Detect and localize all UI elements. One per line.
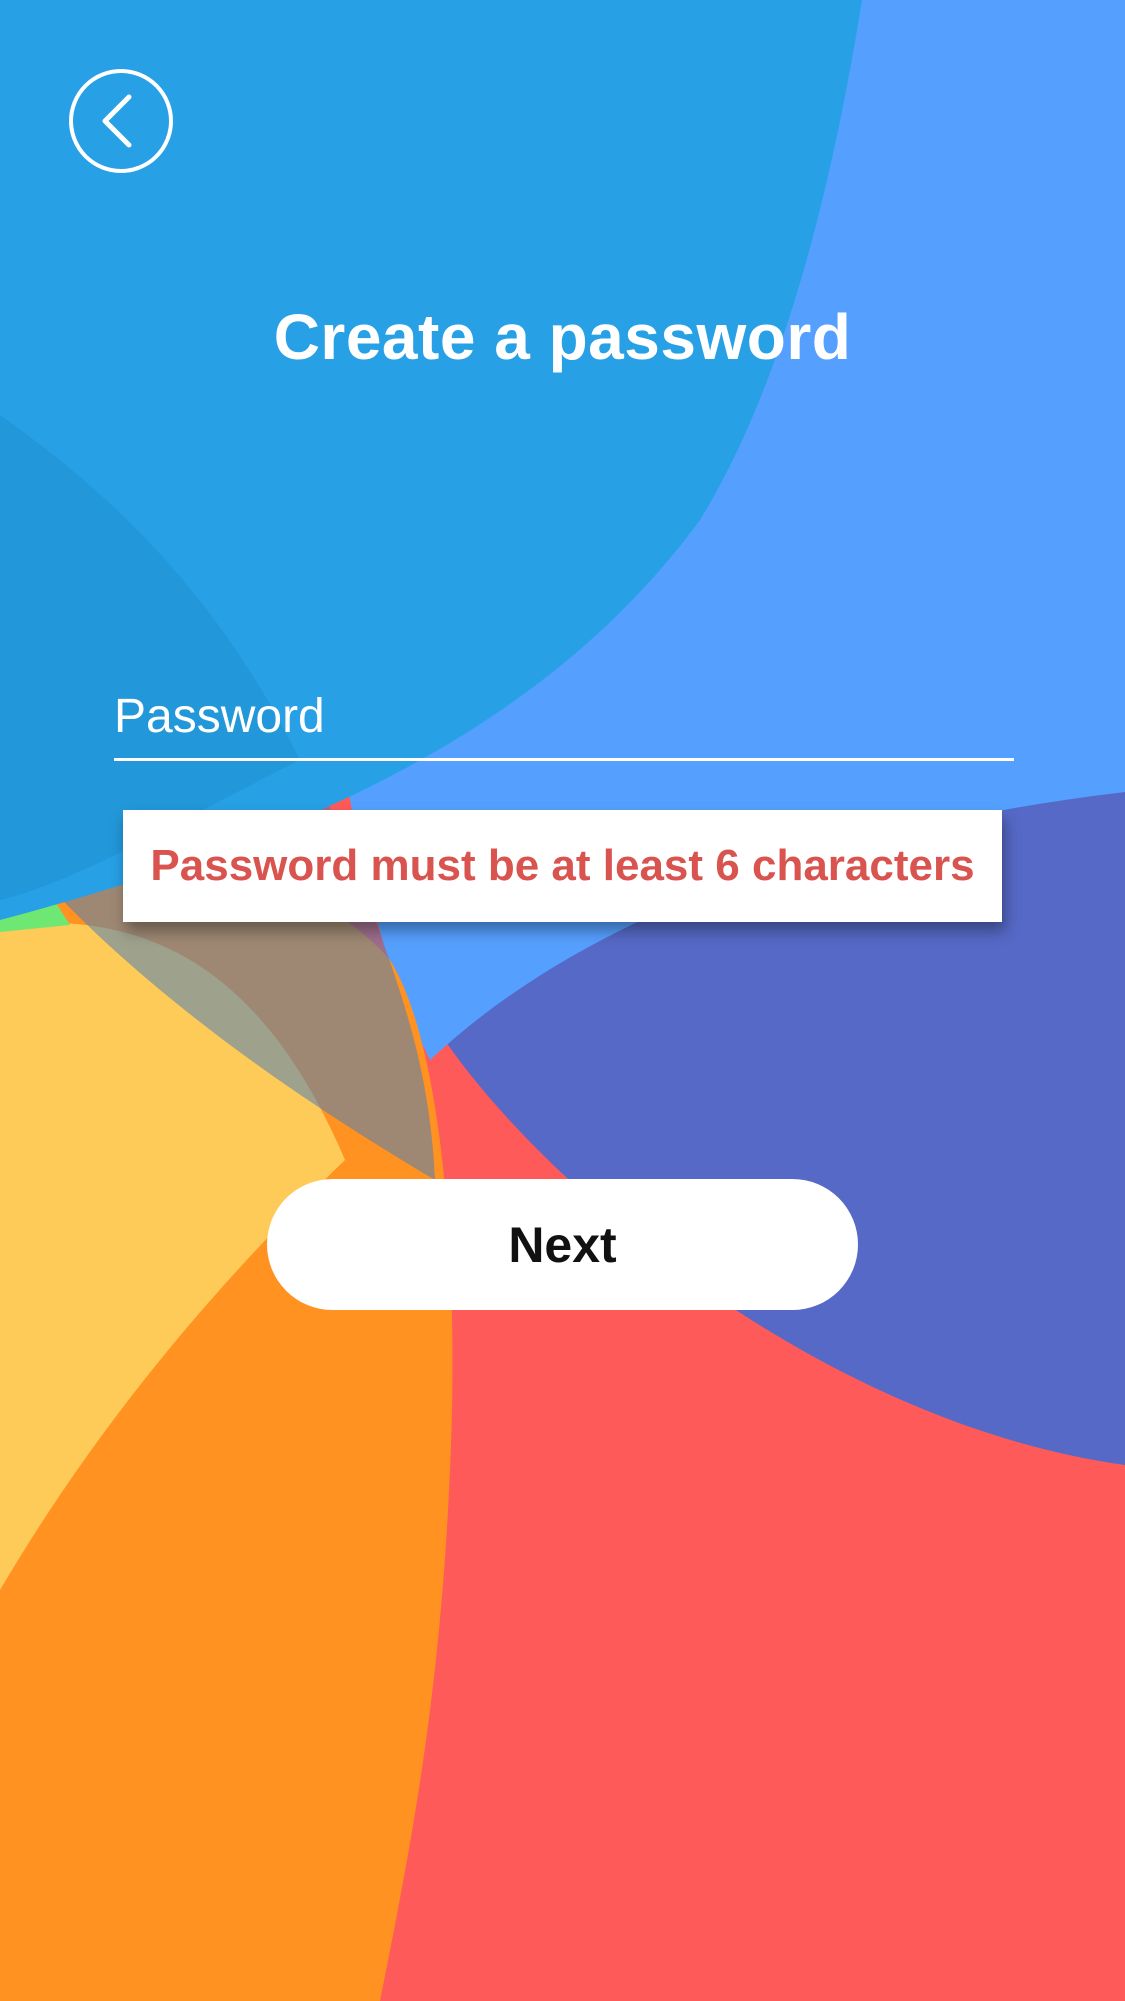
- password-error-message: Password must be at least 6 characters: [150, 841, 975, 890]
- next-button[interactable]: Next: [267, 1179, 858, 1310]
- password-input[interactable]: [114, 675, 1014, 758]
- chevron-left-icon: [102, 94, 132, 148]
- back-button[interactable]: [69, 69, 173, 173]
- password-field[interactable]: [114, 675, 1014, 761]
- page-title: Create a password: [273, 301, 852, 373]
- password-error-tooltip: Password must be at least 6 characters: [123, 810, 1002, 922]
